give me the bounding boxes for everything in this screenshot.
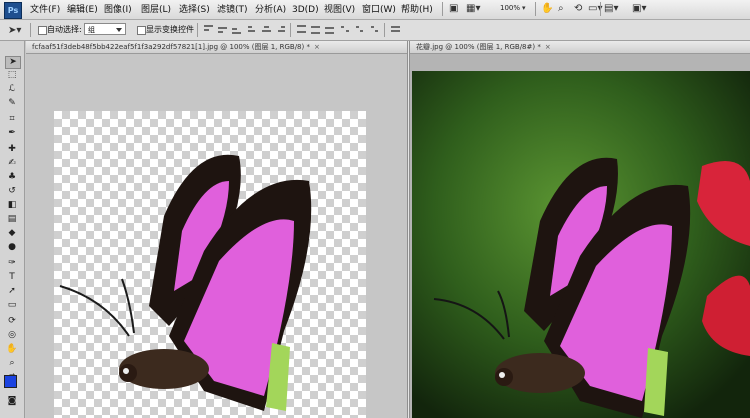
- document-tab-2[interactable]: 花瓣.jpg @ 100% (图层 1, RGB/8#) * ×: [410, 41, 750, 54]
- document-window-2: 花瓣.jpg @ 100% (图层 1, RGB/8#) * ×: [410, 41, 750, 418]
- align-vcenter-icon[interactable]: [217, 25, 228, 34]
- auto-select-checkbox[interactable]: [38, 26, 47, 35]
- view-extras-icon[interactable]: ▦▾: [466, 2, 480, 15]
- document-tab-1[interactable]: fcfaaf51f3deb48f5bb422eaf5f1f3a292df5782…: [26, 41, 407, 54]
- brush-tool-icon[interactable]: ✍: [5, 158, 19, 169]
- marquee-tool-icon[interactable]: ⬚: [5, 70, 19, 81]
- distribute-right-icon[interactable]: [368, 25, 379, 34]
- move-tool-icon[interactable]: ➤: [5, 56, 21, 69]
- menu-bar: Ps 文件(F) 编辑(E) 图像(I) 图层(L) 选择(S) 滤镜(T) 分…: [0, 0, 750, 20]
- shape-tool-icon[interactable]: ▭: [5, 300, 19, 311]
- align-right-icon[interactable]: [275, 25, 286, 34]
- auto-select-value: 组: [88, 26, 95, 34]
- menu-edit[interactable]: 编辑(E): [67, 4, 98, 16]
- photo-canvas[interactable]: [412, 71, 750, 418]
- auto-align-layers-icon[interactable]: [390, 25, 401, 34]
- hand-icon[interactable]: ✋: [541, 2, 553, 15]
- distribute-bottom-icon[interactable]: [324, 25, 335, 34]
- menu-help[interactable]: 帮助(H): [401, 4, 433, 16]
- align-bottom-icon[interactable]: [231, 25, 242, 34]
- gradient-tool-icon[interactable]: ▤: [5, 214, 19, 225]
- rotate-view-icon[interactable]: ⟲: [574, 2, 582, 15]
- menu-select[interactable]: 选择(S): [179, 4, 210, 16]
- 3d-rotate-tool-icon[interactable]: ⟳: [5, 316, 19, 327]
- menu-view[interactable]: 视图(V): [324, 4, 355, 16]
- auto-select-dropdown[interactable]: 组: [84, 23, 126, 35]
- eraser-tool-icon[interactable]: ◧: [5, 200, 19, 211]
- launch-bridge-icon[interactable]: ▣: [449, 2, 458, 15]
- zoom-icon[interactable]: ⌕: [558, 2, 564, 15]
- menu-layer[interactable]: 图层(L): [141, 4, 171, 16]
- show-transform-checkbox[interactable]: [137, 26, 146, 35]
- 3d-orbit-tool-icon[interactable]: ◎: [5, 330, 19, 341]
- screen-mode-icon[interactable]: ▣▾: [632, 2, 646, 15]
- align-hcenter-icon[interactable]: [261, 25, 272, 34]
- app-logo: Ps: [4, 2, 22, 19]
- distribute-left-icon[interactable]: [340, 25, 351, 34]
- menu-3d[interactable]: 3D(D): [292, 4, 319, 16]
- menu-window[interactable]: 窗口(W): [362, 4, 396, 16]
- type-tool-icon[interactable]: T: [5, 272, 19, 283]
- align-top-icon[interactable]: [203, 25, 214, 34]
- align-left-icon[interactable]: [247, 25, 258, 34]
- tools-panel: ➤ ⬚ ℒ ✎ ⌗ ✒ ✚ ✍ ♣ ↺ ◧ ▤ ◆ ● ✑ T ➚ ▭ ⟳ ◎ …: [0, 41, 25, 418]
- distribute-vcenter-icon[interactable]: [310, 25, 321, 34]
- clone-stamp-tool-icon[interactable]: ♣: [5, 172, 19, 183]
- distribute-top-icon[interactable]: [296, 25, 307, 34]
- zoom-tool-icon[interactable]: ⌕: [5, 358, 19, 369]
- menu-file[interactable]: 文件(F): [30, 4, 60, 16]
- hand-tool-icon[interactable]: ✋: [5, 344, 19, 355]
- zoom-dropdown-icon[interactable]: ▾: [522, 2, 526, 15]
- quick-select-tool-icon[interactable]: ✎: [5, 98, 19, 109]
- foreground-color-swatch[interactable]: [4, 375, 17, 388]
- butterfly-photo: [412, 71, 750, 418]
- blur-tool-icon[interactable]: ◆: [5, 228, 19, 239]
- arrange-documents-icon[interactable]: ▤▾: [604, 2, 618, 15]
- distribute-hcenter-icon[interactable]: [354, 25, 365, 34]
- options-bar: ➤▾ 自动选择: 组 显示变换控件: [0, 20, 750, 41]
- butterfly-image: [59, 154, 312, 411]
- crop-tool-icon[interactable]: ⌗: [5, 114, 19, 125]
- pen-tool-icon[interactable]: ✑: [5, 258, 19, 269]
- history-brush-tool-icon[interactable]: ↺: [5, 186, 19, 197]
- eyedropper-tool-icon[interactable]: ✒: [5, 128, 19, 139]
- move-tool-preset-icon[interactable]: ➤▾: [8, 24, 21, 37]
- quick-mask-icon[interactable]: ◙: [5, 396, 19, 407]
- document-title-2: 花瓣.jpg @ 100% (图层 1, RGB/8#) *: [416, 43, 541, 51]
- menu-filter[interactable]: 滤镜(T): [217, 4, 248, 16]
- zoom-level-select[interactable]: 100%: [500, 2, 520, 14]
- document-title-1: fcfaaf51f3deb48f5bb422eaf5f1f3a292df5782…: [32, 43, 310, 51]
- lasso-tool-icon[interactable]: ℒ: [5, 84, 19, 95]
- auto-select-label: 自动选择:: [47, 25, 82, 34]
- healing-tool-icon[interactable]: ✚: [5, 144, 19, 155]
- path-select-tool-icon[interactable]: ➚: [5, 286, 19, 297]
- transparent-canvas[interactable]: [54, 111, 366, 418]
- show-transform-label: 显示变换控件: [146, 25, 194, 34]
- close-icon[interactable]: ×: [545, 43, 551, 51]
- dodge-tool-icon[interactable]: ●: [5, 242, 19, 253]
- chevron-down-icon: [116, 28, 122, 32]
- document-window-1: fcfaaf51f3deb48f5bb422eaf5f1f3a292df5782…: [26, 41, 407, 418]
- menu-image[interactable]: 图像(I): [104, 4, 132, 16]
- close-icon[interactable]: ×: [314, 43, 320, 51]
- menu-analysis[interactable]: 分析(A): [255, 4, 286, 16]
